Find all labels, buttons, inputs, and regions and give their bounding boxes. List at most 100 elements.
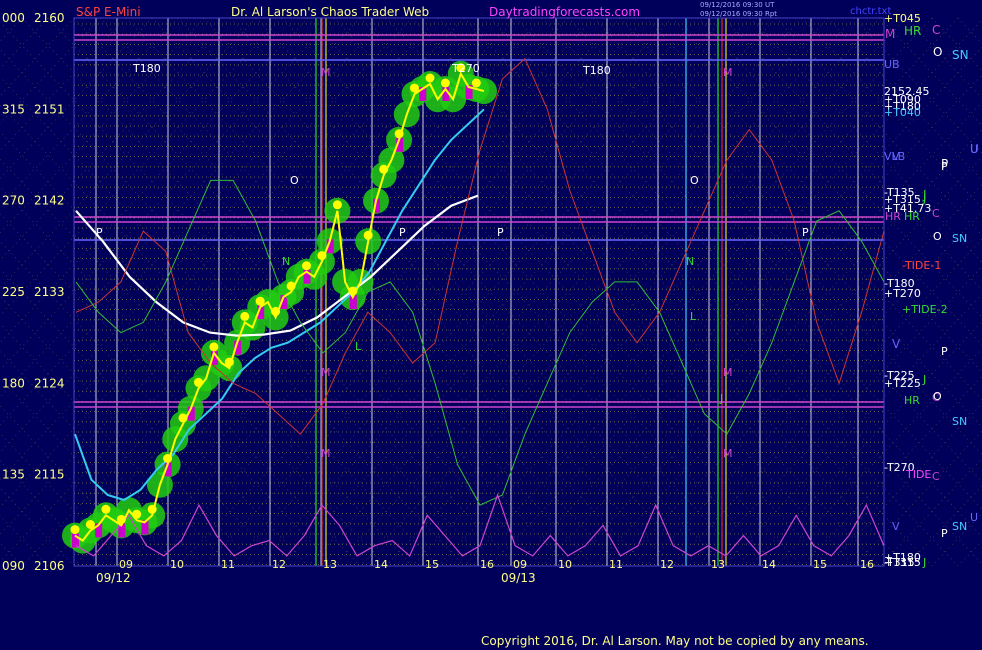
price-point (440, 78, 450, 88)
x-tick-hour: 13 (711, 558, 725, 571)
price-point (394, 129, 404, 139)
y-tick-angle: 180 (2, 376, 25, 390)
y-tick-price: 2151 (34, 102, 65, 116)
price-point (85, 520, 95, 529)
price-point (410, 83, 419, 93)
x-tick-hour: 13 (323, 558, 337, 571)
y-tick-price: 2160 (34, 11, 65, 25)
x-date-label: 09/13 (501, 571, 536, 585)
right-annotation: UB (884, 58, 900, 71)
right-annotation: TIDE (905, 468, 931, 481)
flux-label: HR (904, 24, 921, 38)
chart-mark: P (941, 527, 948, 540)
chart-mark: M (723, 66, 733, 79)
copyright: Copyright 2016, Dr. Al Larson. May not b… (481, 634, 869, 648)
chart-mark: M (723, 366, 733, 379)
x-tick-hour: 09 (513, 558, 527, 571)
chart-mark: P (497, 226, 504, 239)
chart-mark: J (922, 556, 926, 569)
chart-mark: N (282, 255, 290, 268)
flux-label: C (932, 23, 940, 37)
right-annotation: +T040 (884, 106, 921, 119)
header-stamp-1: 09/12/2016 09:30 UT (700, 1, 775, 9)
x-tick-hour: 11 (609, 558, 623, 571)
y-tick-angle: 135 (2, 468, 25, 482)
price-point (425, 73, 435, 83)
chart-mark: P (941, 345, 948, 358)
price-point (317, 251, 327, 261)
chart-mark: L (355, 340, 362, 353)
x-tick-hour: 16 (860, 558, 874, 571)
chart-mark: U (970, 143, 978, 156)
chart-mark: N (686, 255, 694, 268)
price-point (209, 342, 219, 352)
price-point (70, 525, 80, 535)
x-tick-hour: 15 (425, 558, 439, 571)
header-stamp-2: 09/12/2016 09:30 Rpt (700, 10, 777, 18)
right-annotation: +TIDE-2 (902, 303, 948, 316)
chart-mark: V (892, 520, 900, 533)
right-annotation: +T225 (884, 377, 921, 390)
price-point (132, 509, 142, 519)
price-point (178, 413, 188, 423)
price-point (255, 296, 265, 306)
chart-mark: J (922, 192, 926, 205)
chart-mark: J (922, 373, 926, 386)
price-point (240, 311, 250, 321)
chart-mark: SN (952, 520, 967, 533)
y-tick-angle: 315 (2, 102, 25, 116)
chart-mark: C (932, 207, 940, 220)
x-tick-hour: 14 (374, 558, 388, 571)
chart-mark: P (941, 160, 948, 173)
x-tick-hour: 10 (170, 558, 184, 571)
x-tick-hour: 11 (221, 558, 235, 571)
x-tick-hour: 10 (558, 558, 572, 571)
y-tick-price: 2142 (34, 194, 65, 208)
chart-mark: O (933, 230, 942, 243)
y-tick-angle: 225 (2, 285, 25, 299)
price-point (363, 230, 373, 240)
x-date-label: 09/12 (96, 571, 131, 585)
x-tick-hour: 12 (272, 558, 286, 571)
right-annotation: -TIDE-1 (902, 259, 941, 272)
price-point (379, 164, 389, 174)
flux-label: V (892, 337, 901, 351)
chart-mark: T180 (132, 62, 161, 75)
price-point (302, 261, 311, 271)
x-tick-hour: 09 (119, 558, 133, 571)
header-corner: chctr.txt (850, 6, 891, 17)
price-point (271, 306, 281, 316)
chart-mark: P (802, 226, 809, 239)
price-point (147, 504, 157, 514)
chart-mark: J (719, 392, 723, 405)
chart-mark: V (892, 150, 900, 163)
chart-mark: P (399, 226, 406, 239)
chart-mark: O (933, 390, 942, 403)
flux-label: SN (952, 48, 969, 62)
chart-mark: T270 (451, 62, 480, 75)
chart-mark: M (321, 366, 331, 379)
price-point (286, 281, 296, 291)
price-point (224, 357, 234, 367)
x-tick-hour: 14 (762, 558, 776, 571)
y-tick-angle: 270 (2, 194, 25, 208)
chart-mark: SN (952, 232, 967, 245)
y-tick-price: 2133 (34, 285, 65, 299)
chart-canvas: 090 2106 135 2115 180 2124 225 2133 270 2142 315 21… (0, 0, 982, 650)
right-annotation: +T315 (884, 556, 921, 569)
chart-mark: U (970, 511, 978, 524)
price-point (163, 454, 173, 463)
chart-mark: M (321, 447, 331, 460)
flux-label: M (885, 27, 895, 41)
x-tick-hour: 16 (480, 558, 494, 571)
y-tick-price: 2106 (34, 559, 65, 573)
chart-mark: C (932, 470, 940, 483)
chart-mark: O (690, 174, 699, 187)
price-point (471, 78, 481, 88)
chart-mark: L (690, 310, 697, 323)
chart-mark: HR (885, 210, 901, 223)
chart-mark: M (723, 447, 733, 460)
chart-mark: SN (952, 415, 967, 428)
price-point (348, 286, 358, 296)
chart-mark: T180 (582, 64, 611, 77)
